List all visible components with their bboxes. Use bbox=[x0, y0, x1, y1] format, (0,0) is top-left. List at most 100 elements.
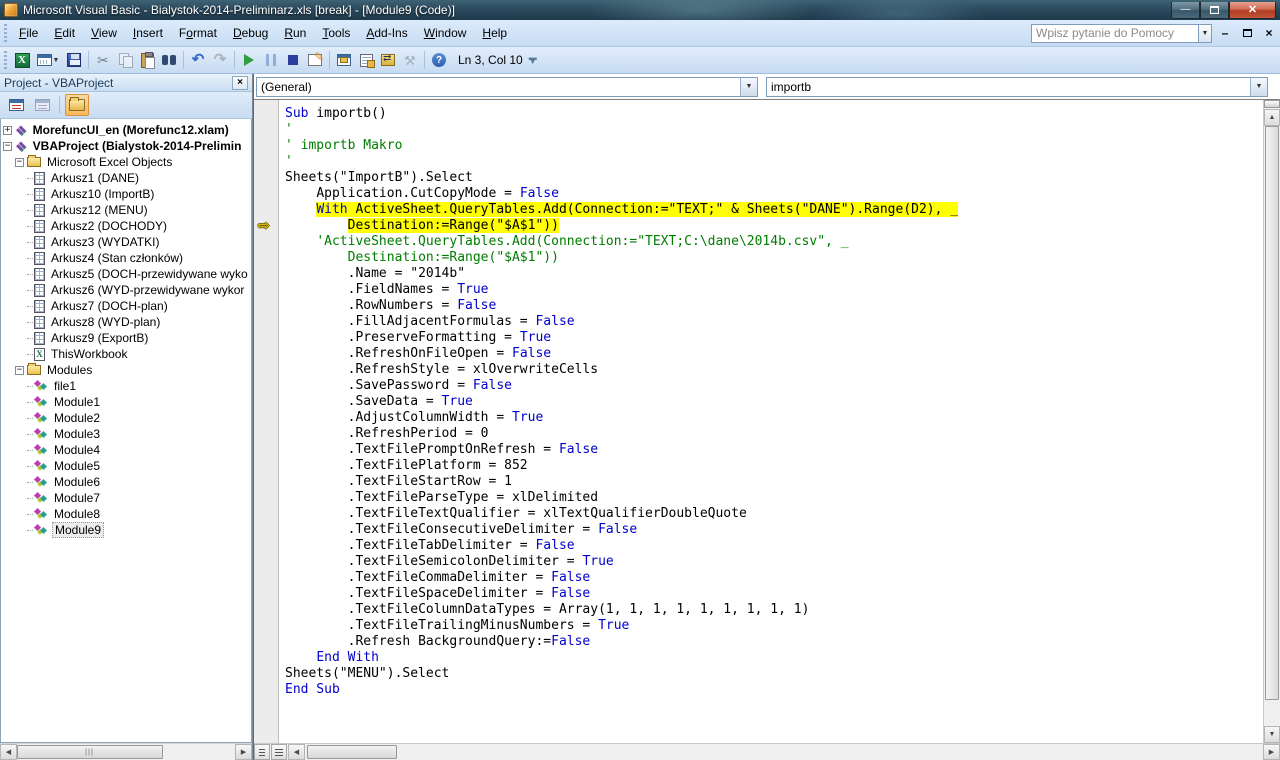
toolbar-grip[interactable] bbox=[4, 51, 7, 69]
code-line[interactable]: Destination:=Range("$A$1")) bbox=[285, 250, 1263, 266]
collapse-icon[interactable]: − bbox=[15, 365, 24, 375]
close-button[interactable]: ✕ bbox=[1229, 1, 1276, 19]
object-dropdown[interactable]: (General) ▼ bbox=[256, 76, 758, 97]
undo-button[interactable]: ↶ bbox=[187, 49, 209, 71]
tree-item-module5[interactable]: Module5 bbox=[3, 458, 251, 474]
properties-window-button[interactable] bbox=[355, 49, 377, 71]
code-line[interactable]: .SaveData = True bbox=[285, 394, 1263, 410]
insert-userform-button[interactable]: ▼ bbox=[33, 49, 63, 71]
code-line[interactable]: .FieldNames = True bbox=[285, 282, 1263, 298]
code-line[interactable]: Sheets("MENU").Select bbox=[285, 666, 1263, 682]
view-excel-button[interactable]: X bbox=[11, 49, 33, 71]
toolbox-button[interactable]: ⚒ bbox=[399, 49, 421, 71]
menu-file[interactable]: File bbox=[11, 22, 46, 44]
tree-item-arkusz7-doch-plan[interactable]: Arkusz7 (DOCH-plan) bbox=[3, 298, 251, 314]
tree-item-vbaproject-bialystok-2014-prelimin[interactable]: − ❖ VBAProject (Bialystok-2014-Prelimin bbox=[3, 138, 251, 154]
tree-item-arkusz1-dane[interactable]: Arkusz1 (DANE) bbox=[3, 170, 251, 186]
menu-help[interactable]: Help bbox=[474, 22, 515, 44]
indicator-margin[interactable]: ⇨ bbox=[254, 100, 279, 743]
code-line[interactable]: End Sub bbox=[285, 682, 1263, 698]
code-hscroll-track[interactable] bbox=[305, 744, 1263, 760]
menu-edit[interactable]: Edit bbox=[46, 22, 83, 44]
collapse-icon[interactable]: − bbox=[3, 141, 12, 151]
design-mode-button[interactable] bbox=[304, 49, 326, 71]
code-line[interactable]: Application.CutCopyMode = False bbox=[285, 186, 1263, 202]
cut-button[interactable]: ✂ bbox=[92, 49, 114, 71]
procedure-dropdown[interactable]: importb ▼ bbox=[766, 76, 1268, 97]
tree-item-module3[interactable]: Module3 bbox=[3, 426, 251, 442]
break-button[interactable] bbox=[260, 49, 282, 71]
tree-item-morefuncui-en-morefunc12-xlam[interactable]: + ❖ MorefuncUI_en (Morefunc12.xlam) bbox=[3, 122, 251, 138]
help-search-input[interactable]: Wpisz pytanie do Pomocy bbox=[1031, 23, 1199, 43]
menu-debug[interactable]: Debug bbox=[225, 22, 276, 44]
find-button[interactable] bbox=[158, 49, 180, 71]
tree-item-module7[interactable]: Module7 bbox=[3, 490, 251, 506]
code-line[interactable]: .TextFilePlatform = 852 bbox=[285, 458, 1263, 474]
help-search-dropdown-button[interactable]: ▼ bbox=[1199, 23, 1212, 43]
tree-item-arkusz9-exportb[interactable]: Arkusz9 (ExportB) bbox=[3, 330, 251, 346]
tree-item-microsoft-excel-objects[interactable]: − Microsoft Excel Objects bbox=[3, 154, 251, 170]
project-panel-header[interactable]: Project - VBAProject × bbox=[0, 74, 252, 92]
menubar-grip[interactable] bbox=[4, 24, 7, 42]
menu-run[interactable]: Run bbox=[276, 22, 314, 44]
menu-add-ins[interactable]: Add-Ins bbox=[358, 22, 415, 44]
hscroll-thumb[interactable] bbox=[17, 745, 163, 759]
tree-item-module1[interactable]: Module1 bbox=[3, 394, 251, 410]
split-handle[interactable] bbox=[1264, 100, 1280, 108]
save-button[interactable] bbox=[63, 49, 85, 71]
code-line[interactable]: .PreserveFormatting = True bbox=[285, 330, 1263, 346]
code-line[interactable]: With ActiveSheet.QueryTables.Add(Connect… bbox=[285, 202, 1263, 218]
tree-item-module4[interactable]: Module4 bbox=[3, 442, 251, 458]
tree-item-module6[interactable]: Module6 bbox=[3, 474, 251, 490]
scroll-right-button[interactable]: ▶ bbox=[235, 744, 252, 760]
code-line[interactable]: Sub importb() bbox=[285, 106, 1263, 122]
mdi-restore-button[interactable] bbox=[1238, 24, 1256, 42]
scroll-down-button[interactable]: ▼ bbox=[1264, 726, 1280, 743]
code-line[interactable]: .RowNumbers = False bbox=[285, 298, 1263, 314]
code-line[interactable]: .TextFileStartRow = 1 bbox=[285, 474, 1263, 490]
code-line[interactable]: ' bbox=[285, 154, 1263, 170]
tree-item-thisworkbook[interactable]: X ThisWorkbook bbox=[3, 346, 251, 362]
tree-item-arkusz5-doch-przewidywane-wyko[interactable]: Arkusz5 (DOCH-przewidywane wyko bbox=[3, 266, 251, 282]
menu-format[interactable]: Format bbox=[171, 22, 225, 44]
code-text-area[interactable]: Sub importb() ' ' importb Makro ' Sheets("Im… bbox=[279, 100, 1263, 743]
full-module-view-button[interactable] bbox=[271, 744, 287, 760]
chevron-down-icon[interactable]: ▼ bbox=[740, 77, 757, 96]
code-line[interactable]: ' bbox=[285, 122, 1263, 138]
code-line[interactable]: .AdjustColumnWidth = True bbox=[285, 410, 1263, 426]
code-hscroll-thumb[interactable] bbox=[307, 745, 397, 759]
project-explorer-button[interactable] bbox=[333, 49, 355, 71]
reset-button[interactable] bbox=[282, 49, 304, 71]
tree-item-arkusz2-dochody[interactable]: Arkusz2 (DOCHODY) bbox=[3, 218, 251, 234]
code-line[interactable]: .TextFileTabDelimiter = False bbox=[285, 538, 1263, 554]
code-line[interactable]: .Name = "2014b" bbox=[285, 266, 1263, 282]
code-vscrollbar[interactable]: ▲ ▼ bbox=[1263, 100, 1280, 743]
vscroll-thumb[interactable] bbox=[1265, 126, 1279, 700]
menu-tools[interactable]: Tools bbox=[314, 22, 358, 44]
menu-window[interactable]: Window bbox=[416, 22, 475, 44]
scroll-right-button[interactable]: ▶ bbox=[1263, 744, 1280, 760]
code-line[interactable]: Sheets("ImportB").Select bbox=[285, 170, 1263, 186]
code-line[interactable]: .TextFileCommaDelimiter = False bbox=[285, 570, 1263, 586]
tree-item-arkusz8-wyd-plan[interactable]: Arkusz8 (WYD-plan) bbox=[3, 314, 251, 330]
mdi-close-button[interactable]: × bbox=[1260, 24, 1278, 42]
view-object-button[interactable] bbox=[30, 94, 54, 116]
object-browser-button[interactable] bbox=[377, 49, 399, 71]
tree-item-module9[interactable]: Module9 bbox=[3, 522, 251, 538]
menu-insert[interactable]: Insert bbox=[125, 22, 171, 44]
project-panel-close-button[interactable]: × bbox=[232, 75, 248, 90]
redo-button[interactable]: ↷ bbox=[209, 49, 231, 71]
run-button[interactable] bbox=[238, 49, 260, 71]
tree-item-file1[interactable]: file1 bbox=[3, 378, 251, 394]
code-line[interactable]: .RefreshOnFileOpen = False bbox=[285, 346, 1263, 362]
code-line[interactable]: .FillAdjacentFormulas = False bbox=[285, 314, 1263, 330]
scroll-left-button[interactable]: ◀ bbox=[288, 744, 305, 760]
copy-button[interactable] bbox=[114, 49, 136, 71]
code-line[interactable]: .TextFileSemicolonDelimiter = True bbox=[285, 554, 1263, 570]
collapse-icon[interactable]: − bbox=[15, 157, 24, 167]
scroll-up-button[interactable]: ▲ bbox=[1264, 109, 1280, 126]
restore-button[interactable] bbox=[1200, 1, 1229, 19]
code-line[interactable]: .TextFileParseType = xlDelimited bbox=[285, 490, 1263, 506]
paste-button[interactable] bbox=[136, 49, 158, 71]
code-line[interactable]: .TextFileColumnDataTypes = Array(1, 1, 1… bbox=[285, 602, 1263, 618]
